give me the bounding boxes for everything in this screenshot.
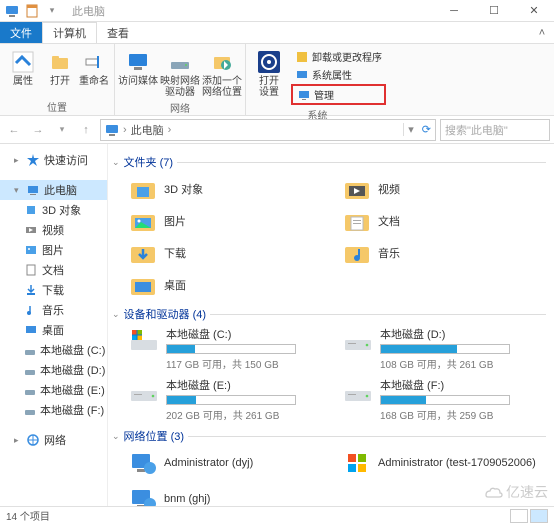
folder-item[interactable]: 视频	[342, 174, 546, 204]
network-icon	[128, 448, 158, 478]
nav-up-button[interactable]: ↑	[76, 120, 96, 140]
ribbon: 属性 打开 重命名 位置 访问媒体 映射网络 驱动器	[0, 44, 554, 116]
drive-icon	[128, 326, 160, 358]
system-properties-button[interactable]: 系统属性	[291, 66, 386, 83]
drive-icon	[342, 326, 374, 358]
address-box[interactable]: › 此电脑 › ▾ ⟳	[100, 119, 436, 141]
manage-button[interactable]: 管理	[291, 84, 386, 105]
folder-icon	[342, 238, 372, 268]
view-large-icon[interactable]	[530, 509, 548, 523]
drive-item[interactable]: 本地磁盘 (C:)117 GB 可用，共 150 GB	[128, 326, 332, 371]
nav-sub-item[interactable]: 音乐	[0, 300, 107, 320]
folder-item[interactable]: 下载	[128, 238, 332, 268]
nav-sub-item[interactable]: 下载	[0, 280, 107, 300]
nav-back-button[interactable]: ←	[4, 120, 24, 140]
tab-file[interactable]: 文件	[0, 22, 42, 43]
folder-icon	[342, 206, 372, 236]
network-location-item[interactable]: Administrator (test-1709052006)	[342, 448, 546, 478]
nav-sub-item[interactable]: 文档	[0, 260, 107, 280]
navigation-pane: ▸快速访问 ▾此电脑 3D 对象视频图片文档下载音乐桌面本地磁盘 (C:)本地磁…	[0, 144, 108, 506]
folder-item[interactable]: 桌面	[128, 270, 332, 300]
nav-forward-button[interactable]: →	[28, 120, 48, 140]
folders-group-header[interactable]: ⌄文件夹 (7)	[112, 154, 546, 170]
ribbon-group-location: 属性 打开 重命名 位置	[0, 44, 115, 115]
drive-item[interactable]: 本地磁盘 (E:)202 GB 可用，共 261 GB	[128, 377, 332, 422]
status-bar: 14 个项目	[0, 506, 554, 524]
close-button[interactable]: ✕	[514, 0, 554, 22]
ribbon-tabs: 文件 计算机 查看 ˄	[0, 22, 554, 44]
view-details-icon[interactable]	[510, 509, 528, 523]
folder-icon	[128, 270, 158, 300]
add-network-location-button[interactable]: 添加一个 网络位置	[202, 46, 242, 98]
nav-sub-item[interactable]: 本地磁盘 (C:)	[0, 340, 107, 360]
ribbon-group-system: 打开设置 卸载或更改程序 系统属性 管理 系统	[246, 44, 389, 115]
folder-icon	[128, 206, 158, 236]
network-icon	[342, 448, 372, 478]
minimize-button[interactable]: ─	[434, 0, 474, 22]
properties-button[interactable]: 属性	[3, 46, 43, 87]
drives-group-header[interactable]: ⌄设备和驱动器 (4)	[112, 306, 546, 322]
nav-sub-item[interactable]: 图片	[0, 240, 107, 260]
network-location-item[interactable]: Administrator (dyj)	[128, 448, 332, 478]
drive-item[interactable]: 本地磁盘 (D:)108 GB 可用，共 261 GB	[342, 326, 546, 371]
tab-view[interactable]: 查看	[97, 22, 139, 43]
folder-icon	[128, 238, 158, 268]
nav-network[interactable]: ▸网络	[0, 430, 107, 450]
nav-sub-item[interactable]: 本地磁盘 (E:)	[0, 380, 107, 400]
nav-sub-item[interactable]: 本地磁盘 (F:)	[0, 400, 107, 420]
address-dropdown-icon[interactable]: ▾	[403, 123, 414, 136]
pc-icon	[4, 3, 20, 19]
open-settings-button[interactable]: 打开设置	[249, 46, 289, 98]
uninstall-programs-button[interactable]: 卸载或更改程序	[291, 48, 386, 65]
rename-button[interactable]: 重命名	[77, 46, 111, 87]
folder-item[interactable]: 3D 对象	[128, 174, 332, 204]
maximize-button[interactable]: ☐	[474, 0, 514, 22]
nav-sub-item[interactable]: 桌面	[0, 320, 107, 340]
window-title: 此电脑	[64, 3, 434, 19]
refresh-icon[interactable]: ⟳	[418, 123, 431, 136]
open-button[interactable]: 打开	[45, 46, 75, 87]
ribbon-expand-icon[interactable]: ˄	[530, 22, 554, 43]
tab-computer[interactable]: 计算机	[42, 22, 97, 43]
drive-icon	[128, 377, 160, 409]
qat-dropdown-icon[interactable]: ▾	[44, 3, 60, 19]
network-location-item[interactable]: bnm (ghj)	[128, 484, 332, 506]
drive-item[interactable]: 本地磁盘 (F:)168 GB 可用，共 259 GB	[342, 377, 546, 422]
ribbon-group-network: 访问媒体 映射网络 驱动器 添加一个 网络位置 网络	[115, 44, 246, 115]
status-text: 14 个项目	[6, 508, 50, 523]
folder-item[interactable]: 文档	[342, 206, 546, 236]
folder-icon	[342, 174, 372, 204]
nav-recent-button[interactable]: ▾	[52, 120, 72, 140]
nav-sub-item[interactable]: 本地磁盘 (D:)	[0, 360, 107, 380]
nav-sub-item[interactable]: 3D 对象	[0, 200, 107, 220]
network-icon	[128, 484, 158, 506]
nav-quick-access[interactable]: ▸快速访问	[0, 150, 107, 170]
title-bar: ▾ 此电脑 ─ ☐ ✕	[0, 0, 554, 22]
folder-item[interactable]: 音乐	[342, 238, 546, 268]
properties-qat-icon[interactable]	[24, 3, 40, 19]
main-content: ⌄文件夹 (7) 3D 对象视频图片文档下载音乐桌面 ⌄设备和驱动器 (4) 本…	[108, 144, 554, 506]
access-media-button[interactable]: 访问媒体	[118, 46, 158, 87]
search-input[interactable]: 搜索"此电脑"	[440, 119, 550, 141]
drive-icon	[342, 377, 374, 409]
pc-icon	[105, 123, 119, 137]
map-drive-button[interactable]: 映射网络 驱动器	[160, 46, 200, 98]
netloc-group-header[interactable]: ⌄网络位置 (3)	[112, 428, 546, 444]
folder-icon	[128, 174, 158, 204]
nav-this-pc[interactable]: ▾此电脑	[0, 180, 107, 200]
nav-sub-item[interactable]: 视频	[0, 220, 107, 240]
folder-item[interactable]: 图片	[128, 206, 332, 236]
watermark: 亿速云	[483, 482, 548, 502]
address-bar: ← → ▾ ↑ › 此电脑 › ▾ ⟳ 搜索"此电脑"	[0, 116, 554, 144]
